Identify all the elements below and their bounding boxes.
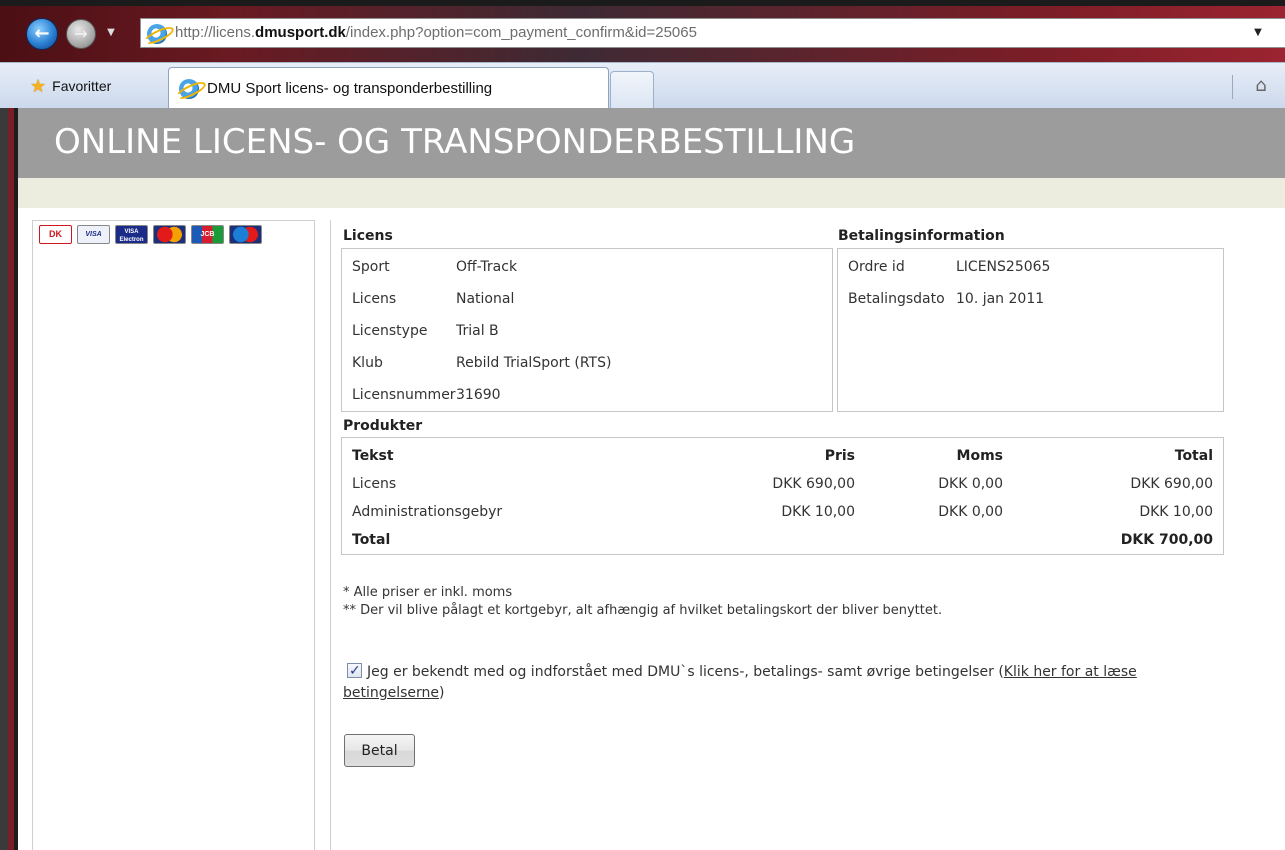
sidebar: DK VISA VISA Electron JCB [32, 220, 315, 850]
col-total: Total [1174, 448, 1213, 464]
note-line: ** Der vil blive pålagt et kortgebyr, al… [343, 603, 943, 618]
betaling-value: 10. jan 2011 [956, 291, 1045, 307]
licens-key: Klub [352, 355, 383, 371]
table-total-row: Total DKK 700,00 [352, 532, 1213, 560]
table-row: Licens DKK 690,00 DKK 0,00 DKK 690,00 [352, 476, 1213, 504]
licens-key: Licens [352, 291, 397, 307]
cell-moms: DKK 0,00 [938, 476, 1003, 492]
cell-total: DKK 10,00 [1139, 504, 1213, 520]
licens-box: Sport Off-Track Licens National Licensty… [341, 248, 833, 412]
tab-title: DMU Sport licens- og transponderbestilli… [207, 80, 493, 97]
forward-button[interactable]: → [66, 19, 96, 49]
agreement-row: Jeg er bekendt med og indforstået med DM… [343, 661, 1193, 704]
new-tab-button[interactable] [610, 71, 654, 109]
payment-cards: DK VISA VISA Electron JCB [39, 225, 262, 244]
address-bar[interactable]: http://licens.dmusport.dk/index.php?opti… [140, 18, 1285, 48]
page-viewport: ONLINE LICENS- OG TRANSPONDERBESTILLING … [0, 108, 1285, 850]
agreement-text: Jeg er bekendt med og indforstået med DM… [367, 664, 1004, 680]
licens-value: National [456, 291, 515, 307]
produkter-table: Tekst Pris Moms Total Licens DKK 690,00 … [341, 437, 1224, 555]
col-tekst: Tekst [352, 448, 394, 464]
tab-ie-icon [179, 78, 199, 99]
page-header: ONLINE LICENS- OG TRANSPONDERBESTILLING [18, 108, 1285, 178]
table-header-row: Tekst Pris Moms Total [352, 448, 1213, 476]
agreement-suffix: ) [439, 685, 445, 701]
back-button[interactable]: ← [26, 18, 58, 50]
mastercard-icon [153, 225, 186, 244]
betaling-box: Ordre id LICENS25065 Betalingsdato 10. j… [837, 248, 1224, 412]
licens-value: 31690 [456, 387, 501, 403]
licens-key: Sport [352, 259, 390, 275]
pay-button[interactable]: Betal [344, 734, 415, 767]
licens-title: Licens [343, 228, 393, 244]
browser-chrome: ← → ▼ http://licens.dmusport.dk/index.ph… [0, 0, 1285, 109]
main-content: Licens Sport Off-Track Licens National L… [330, 220, 1285, 850]
total-label: Total [352, 532, 391, 548]
licens-key: Licenstype [352, 323, 428, 339]
licens-value: Trial B [456, 323, 499, 339]
betaling-key: Ordre id [848, 259, 905, 275]
total-value: DKK 700,00 [1120, 532, 1213, 548]
address-dropdown-icon[interactable]: ▼ [1249, 22, 1267, 44]
cell-tekst: Licens [352, 476, 397, 492]
tab-active[interactable]: DMU Sport licens- og transponderbestilli… [168, 67, 609, 109]
cell-pris: DKK 10,00 [781, 504, 855, 520]
note-line: * Alle priser er inkl. moms [343, 585, 513, 600]
col-pris: Pris [824, 448, 855, 464]
cell-pris: DKK 690,00 [772, 476, 855, 492]
cell-moms: DKK 0,00 [938, 504, 1003, 520]
url-text[interactable]: http://licens.dmusport.dk/index.php?opti… [175, 24, 697, 41]
licens-value: Rebild TrialSport (RTS) [456, 355, 612, 371]
betaling-key: Betalingsdato [848, 291, 945, 307]
licens-value: Off-Track [456, 259, 518, 275]
betaling-value: LICENS25065 [956, 259, 1051, 275]
produkter-title: Produkter [343, 418, 423, 434]
favorites-star-icon: ★ [30, 76, 47, 96]
visa-electron-icon: VISA Electron [115, 225, 148, 244]
price-notes: * Alle priser er inkl. moms ** Der vil b… [343, 584, 942, 620]
home-icon[interactable]: ⌂ [1250, 75, 1272, 97]
cell-total: DKK 690,00 [1130, 476, 1213, 492]
toolbar-divider [1232, 75, 1233, 99]
page-title: ONLINE LICENS- OG TRANSPONDERBESTILLING [54, 122, 856, 162]
col-moms: Moms [956, 448, 1003, 464]
history-dropdown-icon[interactable]: ▼ [104, 24, 118, 42]
visa-icon: VISA [77, 225, 110, 244]
jcb-icon: JCB [191, 225, 224, 244]
favorites-button[interactable]: ★ Favoritter [30, 75, 111, 97]
dankort-icon: DK [39, 225, 72, 244]
maestro-icon [229, 225, 262, 244]
betaling-title: Betalingsinformation [838, 228, 1005, 244]
window-edge [0, 108, 18, 850]
favorites-label: Favoritter [52, 78, 112, 94]
header-subbar [18, 178, 1285, 208]
agreement-checkbox[interactable] [347, 661, 362, 682]
cell-tekst: Administrationsgebyr [352, 504, 503, 520]
page-icon [147, 24, 167, 44]
licens-key: Licensnummer [352, 387, 456, 403]
table-row: Administrationsgebyr DKK 10,00 DKK 0,00 … [352, 504, 1213, 532]
tab-bar: ★ Favoritter DMU Sport licens- og transp… [0, 62, 1285, 109]
